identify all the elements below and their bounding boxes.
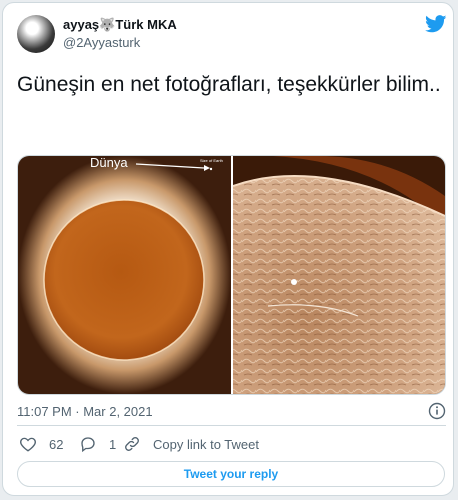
display-name[interactable]: ayyaş🐺Türk MKA [63,17,177,33]
user-handle[interactable]: @2Ayyasturk [63,35,140,50]
reply-count: 1 [109,436,117,452]
like-count: 62 [49,436,64,452]
reply-action[interactable]: 1 [79,435,116,453]
tweet-text: Güneşin en net fotoğrafları, teşekkürler… [17,73,441,96]
size-of-earth-label: Size of Earth [200,158,223,163]
reply-icon [81,437,95,453]
tweet-your-reply-button[interactable]: Tweet your reply [17,461,445,487]
divider [17,425,446,426]
like-action[interactable]: 62 [19,435,63,453]
link-icon [125,437,139,451]
sun-photos: Dünya Size of Earth [18,156,445,394]
tweet-timestamp[interactable]: 11:07 PM · Mar 2, 2021 [17,404,153,419]
avatar[interactable] [17,15,55,53]
copy-link-action[interactable]: Copy link to Tweet [123,435,259,453]
tweet-card: ayyaş🐺Türk MKA @2Ayyasturk Güneşin en ne… [2,2,454,496]
heart-icon [20,437,36,452]
twitter-bird-icon[interactable] [425,15,447,33]
info-icon[interactable] [428,402,446,420]
earth-label: Dünya [90,156,128,170]
tweet-media[interactable]: Dünya Size of Earth [17,155,446,395]
copy-link-label: Copy link to Tweet [153,436,259,452]
